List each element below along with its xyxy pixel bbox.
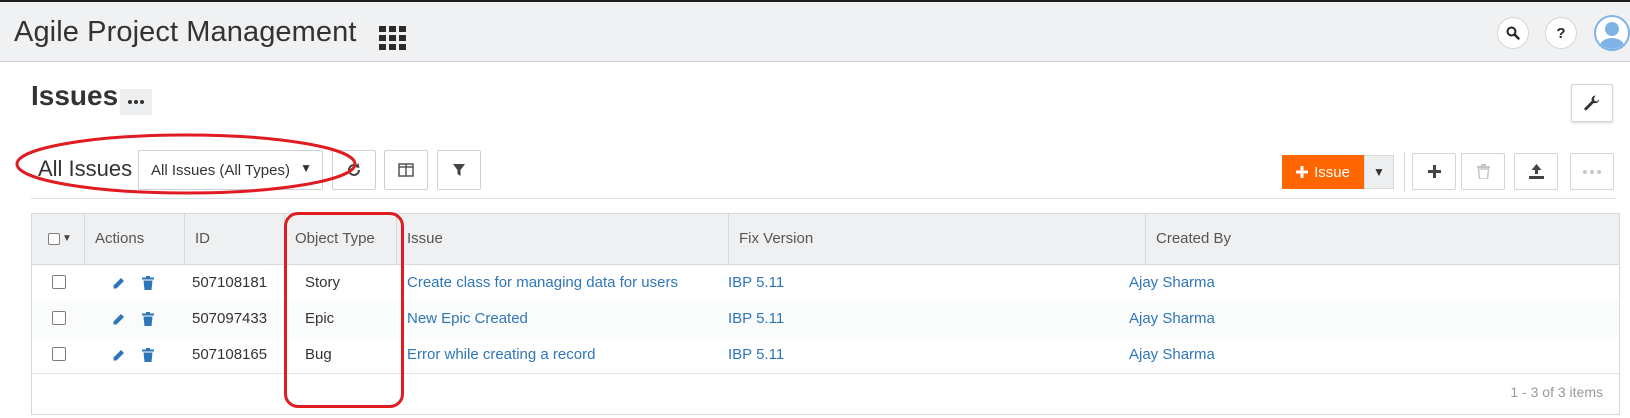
issues-table: ▼ Actions ID Object Type Issue Fix Versi… [31, 213, 1620, 415]
filter-button[interactable] [437, 150, 481, 190]
refresh-button[interactable] [332, 150, 376, 190]
chevron-down-icon: ▼ [1373, 165, 1385, 179]
cell-id: 507097433 [192, 310, 268, 327]
table-footer-divider [32, 373, 1619, 374]
edit-icon[interactable] [112, 349, 125, 362]
table-row[interactable]: 507108165 Bug Error while creating a rec… [32, 337, 1619, 373]
edit-icon[interactable] [112, 277, 125, 290]
user-avatar-icon [1599, 22, 1625, 49]
cell-created-by-link[interactable]: Ajay Sharma [1129, 301, 1215, 337]
cell-object-type: Bug [305, 346, 332, 363]
cell-fix-version-link[interactable]: IBP 5.11 [728, 265, 784, 301]
select-all-header[interactable]: ▼ [32, 214, 85, 264]
cell-id: 507108165 [192, 346, 268, 363]
user-avatar[interactable] [1594, 15, 1630, 51]
cell-created-by-link[interactable]: Ajay Sharma [1129, 337, 1215, 373]
cell-fix-version-link[interactable]: IBP 5.11 [728, 301, 784, 337]
cell-fix-version-link[interactable]: IBP 5.11 [728, 337, 784, 373]
cell-issue-link[interactable]: Create class for managing data for users [407, 265, 678, 301]
more-actions-button[interactable] [1570, 153, 1614, 190]
cell-id: 507108181 [192, 274, 268, 291]
trash-icon [1476, 164, 1490, 179]
chevron-down-icon: ▼ [300, 161, 312, 175]
view-label: All Issues [38, 156, 133, 181]
toolbar-divider [1404, 152, 1405, 192]
trash-icon[interactable] [142, 276, 154, 290]
apps-grid-icon[interactable] [379, 26, 406, 50]
cell-object-type: Epic [305, 310, 335, 327]
columns-button[interactable] [384, 150, 428, 190]
filter-icon [453, 164, 465, 176]
column-header-object-type[interactable]: Object Type [285, 214, 397, 264]
add-issue-button[interactable]: Issue [1282, 155, 1364, 189]
toolbar-divider-line [31, 198, 1616, 199]
table-row[interactable]: 507108181 Story Create class for managin… [32, 265, 1619, 301]
app-title: Agile Project Management [14, 16, 357, 48]
upload-button[interactable] [1514, 153, 1558, 190]
cell-issue-link[interactable]: Error while creating a record [407, 337, 595, 373]
trash-icon[interactable] [142, 348, 154, 362]
row-checkbox[interactable] [52, 275, 66, 289]
chevron-down-icon: ▼ [62, 233, 72, 244]
view-select[interactable]: All Issues (All Types) ▼ [138, 150, 323, 190]
column-header-id[interactable]: ID [185, 214, 285, 264]
row-checkbox[interactable] [52, 311, 66, 325]
more-horizontal-icon [1583, 169, 1601, 174]
upload-icon [1528, 164, 1544, 179]
cell-created-by-link[interactable]: Ajay Sharma [1129, 265, 1215, 301]
trash-icon[interactable] [142, 312, 154, 326]
more-horizontal-icon [128, 100, 144, 104]
cell-object-type: Story [305, 274, 341, 291]
refresh-icon [348, 163, 360, 176]
column-header-actions: Actions [85, 214, 185, 264]
column-header-created-by[interactable]: Created By [1146, 214, 1619, 264]
search-button[interactable] [1497, 17, 1529, 49]
add-issue-dropdown[interactable]: ▼ [1364, 155, 1394, 189]
settings-button[interactable] [1571, 84, 1613, 122]
wrench-icon [1584, 95, 1600, 111]
edit-icon[interactable] [112, 313, 125, 326]
table-header: ▼ Actions ID Object Type Issue Fix Versi… [32, 214, 1619, 265]
plus-icon [1427, 165, 1441, 178]
help-button[interactable]: ? [1545, 17, 1577, 49]
columns-icon [398, 163, 414, 177]
cell-issue-link[interactable]: New Epic Created [407, 301, 528, 337]
add-button[interactable] [1412, 153, 1456, 190]
column-header-fix-version[interactable]: Fix Version [729, 214, 1146, 264]
pagination-count: 1 - 3 of 3 items [1510, 384, 1603, 400]
search-icon [1506, 26, 1520, 40]
page-title: Issues [31, 80, 119, 111]
row-checkbox[interactable] [52, 347, 66, 361]
help-icon: ? [1556, 24, 1566, 42]
column-header-issue[interactable]: Issue [397, 214, 729, 264]
add-issue-label: Issue [1314, 163, 1350, 181]
top-bar: Agile Project Management ? [0, 0, 1630, 62]
select-all-checkbox[interactable] [48, 233, 60, 245]
delete-button[interactable] [1461, 153, 1505, 190]
plus-icon [1296, 166, 1309, 178]
page-more-button[interactable] [120, 89, 152, 115]
table-row[interactable]: 507097433 Epic New Epic Created IBP 5.11… [32, 301, 1619, 337]
view-select-value: All Issues (All Types) [151, 162, 290, 179]
